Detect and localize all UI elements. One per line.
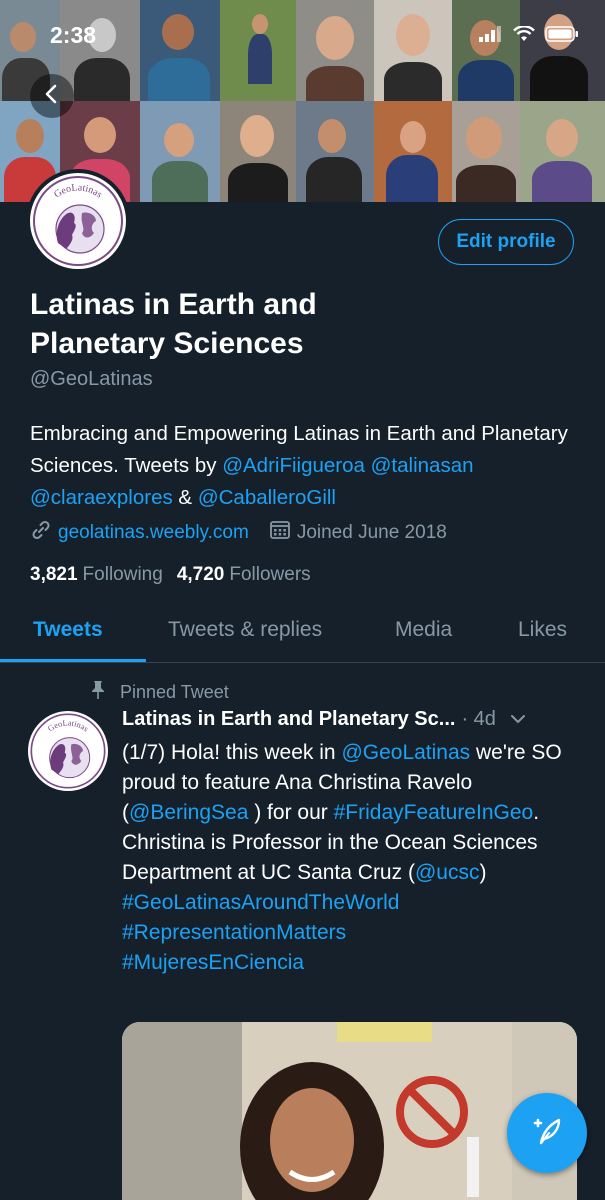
tweet-header: Latinas in Earth and Planetary Sc... · 4… [122, 708, 582, 731]
wifi-icon [513, 25, 535, 47]
tweet-text-segment: (1/7) Hola! this week in [122, 741, 342, 764]
following-link[interactable]: 3,821 Following [30, 564, 163, 586]
profile-website-link[interactable]: geolatinas.weebly.com [58, 522, 249, 544]
battery-icon [545, 26, 579, 47]
chevron-down-icon[interactable] [510, 708, 526, 731]
edit-profile-button[interactable]: Edit profile [438, 219, 574, 265]
profile-joined: Joined June 2018 [269, 519, 447, 547]
tweet-author-avatar[interactable]: GeoLatinas [28, 711, 108, 791]
tab-tweets[interactable]: Tweets [33, 618, 103, 642]
banner-photo [140, 101, 220, 202]
profile-website[interactable]: geolatinas.weebly.com [30, 519, 249, 547]
tweet-mention-link[interactable]: @BeringSea [129, 801, 248, 824]
bio-text: & [172, 486, 198, 509]
profile-display-name: Latinas in Earth and Planetary Sciences [30, 288, 317, 360]
tweet-mention-link[interactable]: @GeoLatinas [341, 741, 470, 764]
profile-bio: Embracing and Empowering Latinas in Eart… [30, 418, 590, 514]
tweet-author-name[interactable]: Latinas in Earth and Planetary Sc... [122, 708, 455, 731]
profile-meta: geolatinas.weebly.com Joined June 2018 [30, 519, 467, 547]
bio-mention-link[interactable]: @AdriFiigueroa [222, 454, 365, 477]
bio-mention-link[interactable]: @claraexplores [30, 486, 173, 509]
status-time: 2:38 [50, 22, 97, 48]
bio-mention-link[interactable]: @CaballeroGill [198, 486, 336, 509]
profile-joined-text: Joined June 2018 [296, 522, 447, 543]
tweet-hashtag-link[interactable]: #FridayFeatureInGeo [334, 801, 534, 824]
back-arrow-icon [41, 83, 63, 110]
pin-icon [90, 680, 106, 705]
geolatinas-logo: GeoLatinas [30, 173, 126, 269]
tab-media[interactable]: Media [395, 618, 452, 642]
profile-tabs: Tweets Tweets & replies Media Likes [0, 604, 605, 663]
tweet-hashtag-link[interactable]: #RepresentationMatters [122, 921, 346, 944]
tweet-text-segment: ) for our [248, 801, 334, 824]
tweet-text: (1/7) Hola! this week in @GeoLatinas we'… [122, 738, 582, 978]
profile-handle: @GeoLatinas [30, 368, 153, 390]
status-icons [479, 25, 579, 47]
pinned-tweet-label-row: Pinned Tweet [90, 680, 229, 705]
followers-label: Followers [229, 564, 311, 585]
tab-likes[interactable]: Likes [518, 618, 567, 642]
banner-photo [220, 101, 296, 202]
follow-stats: 3,821 Following 4,720 Followers [30, 564, 325, 586]
back-button[interactable] [30, 74, 74, 118]
following-count: 3,821 [30, 564, 78, 585]
tweet-timestamp[interactable]: · 4d [461, 708, 495, 731]
followers-count: 4,720 [176, 564, 225, 585]
tweet-mention-link[interactable]: @ucsc [415, 861, 480, 884]
status-bar: 2:38 [0, 0, 605, 70]
banner-photo [452, 101, 520, 202]
active-tab-indicator [0, 659, 146, 662]
compose-icon [529, 1113, 565, 1154]
bio-mention-link[interactable]: @talinasan [371, 454, 474, 477]
tab-tweets-and-replies[interactable]: Tweets & replies [168, 618, 322, 642]
pinned-tweet-label: Pinned Tweet [120, 682, 229, 702]
tweet-hashtag-link[interactable]: #GeoLatinasAroundTheWorld [122, 891, 399, 914]
banner-photo [296, 101, 374, 202]
tweet-text-segment: ) [479, 861, 487, 884]
following-label: Following [82, 564, 163, 585]
link-icon [30, 519, 52, 547]
tweet-hashtag-link[interactable]: #MujeresEnCiencia [122, 951, 304, 974]
profile-avatar[interactable]: GeoLatinas [26, 169, 130, 273]
signal-icon [479, 26, 503, 47]
tweet-media-image[interactable] [122, 1022, 577, 1200]
banner-photo [374, 101, 452, 202]
calendar-icon [269, 519, 291, 547]
followers-link[interactable]: 4,720 Followers [177, 564, 311, 586]
compose-tweet-button[interactable] [507, 1093, 587, 1173]
banner-photo [520, 101, 605, 202]
